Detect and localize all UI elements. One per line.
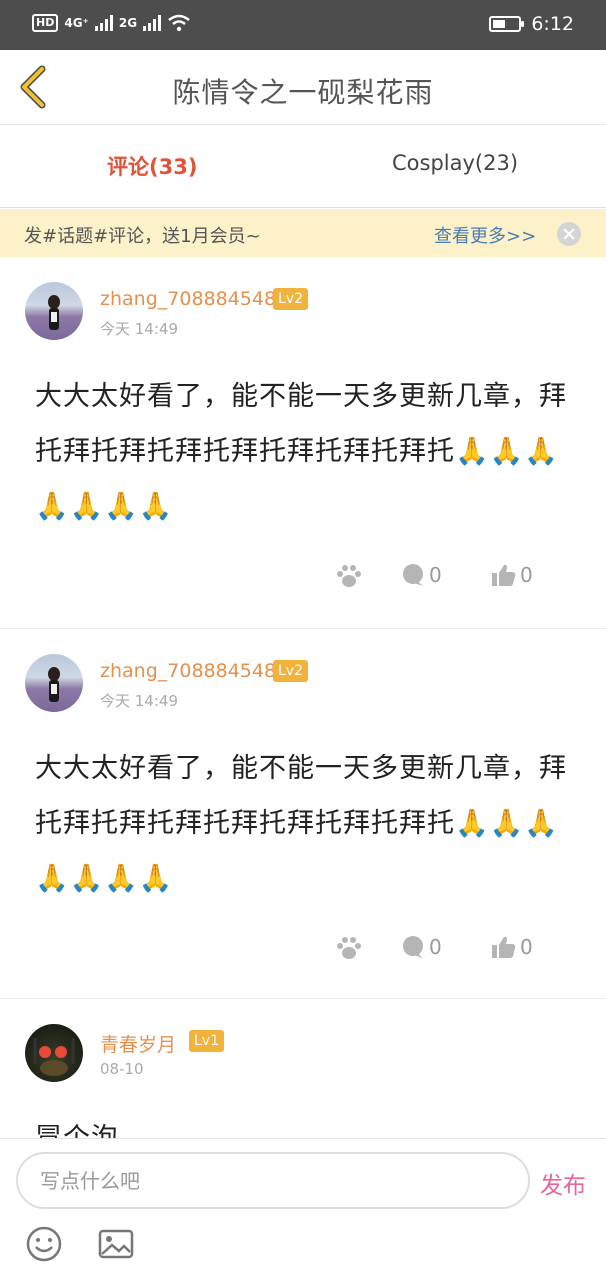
comment-bubble-icon [403,936,423,958]
comment-item: zhang_708884548 Lv2 今天 14:49 大大太好看了，能不能一… [0,629,606,999]
wifi-icon [168,14,190,32]
like-count: 0 [520,935,533,959]
paw-button[interactable] [335,935,363,961]
tab-cosplay[interactable]: Cosplay(23) [392,151,518,175]
comment-input-wrapper [16,1152,530,1209]
comment-time: 08-10 [100,1060,144,1078]
avatar[interactable] [25,282,83,340]
comment-content: 大大太好看了，能不能一天多更新几章，拜托拜托拜托拜托拜托拜托拜托拜托🙏🙏🙏🙏🙏🙏… [35,753,567,894]
level-badge: Lv1 [189,1030,224,1052]
nav-bar: 陈情令之一砚梨花雨 [0,50,606,125]
network-4g-label: 4G⁺ [64,16,89,30]
avatar[interactable] [25,654,83,712]
avatar-hearts-icon [33,1038,75,1076]
tab-comments[interactable]: 评论(33) [107,151,197,181]
emoji-icon[interactable] [25,1225,63,1263]
page-title: 陈情令之一砚梨花雨 [172,76,434,109]
image-icon[interactable] [97,1225,135,1263]
comment-item: 青春岁月 Lv1 08-10 冒个泡 [0,999,606,1139]
username[interactable]: 青春岁月 [100,1030,176,1057]
network-2g-label: 2G [118,16,138,30]
comment-time: 今天 14:49 [100,320,178,338]
status-left: HD 4G⁺ 2G [32,14,191,32]
paw-icon [337,937,361,959]
like-button[interactable]: 0 [492,563,533,587]
comment-bubble-icon [403,564,423,586]
comment-content: 冒个泡 [35,1123,119,1139]
thumbs-up-icon [492,564,516,586]
signal-icon [94,15,113,31]
comment-actions: 0 0 [0,563,606,593]
level-badge: Lv2 [273,660,308,682]
promo-more-link[interactable]: 查看更多>> [434,222,536,248]
publish-button[interactable]: 发布 [540,1166,586,1200]
like-button[interactable]: 0 [492,935,533,959]
signal-icon [143,15,162,31]
avatar-figure-icon [48,295,60,330]
comment-item: zhang_708884548 Lv2 今天 14:49 大大太好看了，能不能一… [0,257,606,629]
status-right: 6:12 [489,13,574,35]
comment-input[interactable] [40,1166,500,1196]
battery-icon [489,16,525,32]
reply-button[interactable]: 0 [401,563,442,587]
like-count: 0 [520,563,533,587]
reply-count: 0 [429,563,442,587]
username[interactable]: zhang_708884548 [100,660,276,682]
tab-bar: 评论(33) Cosplay(23) [0,125,606,208]
comment-time: 今天 14:49 [100,692,178,710]
avatar[interactable] [25,1024,83,1082]
paw-icon [337,565,361,587]
avatar-figure-icon [48,667,60,702]
comment-actions: 0 0 [0,935,606,965]
status-bar: HD 4G⁺ 2G 6:12 [0,0,606,50]
composer-bar: 发布 [0,1138,606,1280]
hd-badge: HD [32,14,59,32]
promo-banner: 发#话题#评论，送1月会员~ 查看更多>> [0,209,606,257]
close-icon[interactable] [557,222,581,246]
reply-count: 0 [429,935,442,959]
clock: 6:12 [531,13,574,35]
reply-button[interactable]: 0 [401,935,442,959]
username[interactable]: zhang_708884548 [100,288,276,310]
level-badge: Lv2 [273,288,308,310]
promo-text: 发#话题#评论，送1月会员~ [24,226,261,247]
paw-button[interactable] [335,563,363,589]
thumbs-up-icon [492,936,516,958]
comment-content: 大大太好看了，能不能一天多更新几章，拜托拜托拜托拜托拜托拜托拜托拜托🙏🙏🙏🙏🙏🙏… [35,381,567,522]
